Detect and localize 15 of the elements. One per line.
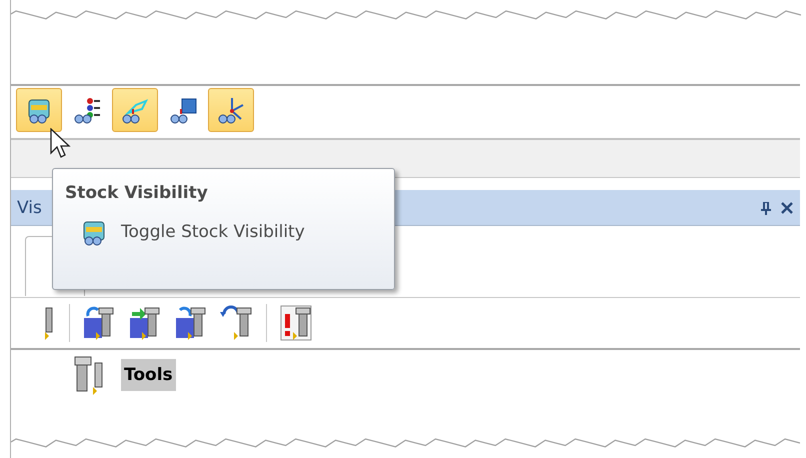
tooltip-text: Toggle Stock Visibility (121, 222, 305, 242)
tool-save-icon[interactable] (82, 304, 116, 342)
tree-item[interactable]: Tools (121, 359, 176, 391)
panel-title: Vis (17, 198, 43, 218)
tool-error-icon[interactable] (279, 304, 313, 342)
toolbar-button[interactable] (112, 88, 158, 132)
pin-icon[interactable] (760, 200, 772, 214)
tool-undo-icon[interactable] (220, 304, 254, 342)
tool-restore-icon[interactable] (174, 304, 208, 342)
toolbar-button[interactable] (208, 88, 254, 132)
toolbar-button[interactable] (16, 88, 62, 132)
close-icon[interactable] (780, 200, 794, 214)
glasses-axes-icon (216, 95, 246, 125)
tooltip-title: Stock Visibility (65, 183, 209, 203)
glasses-list-icon (72, 95, 102, 125)
